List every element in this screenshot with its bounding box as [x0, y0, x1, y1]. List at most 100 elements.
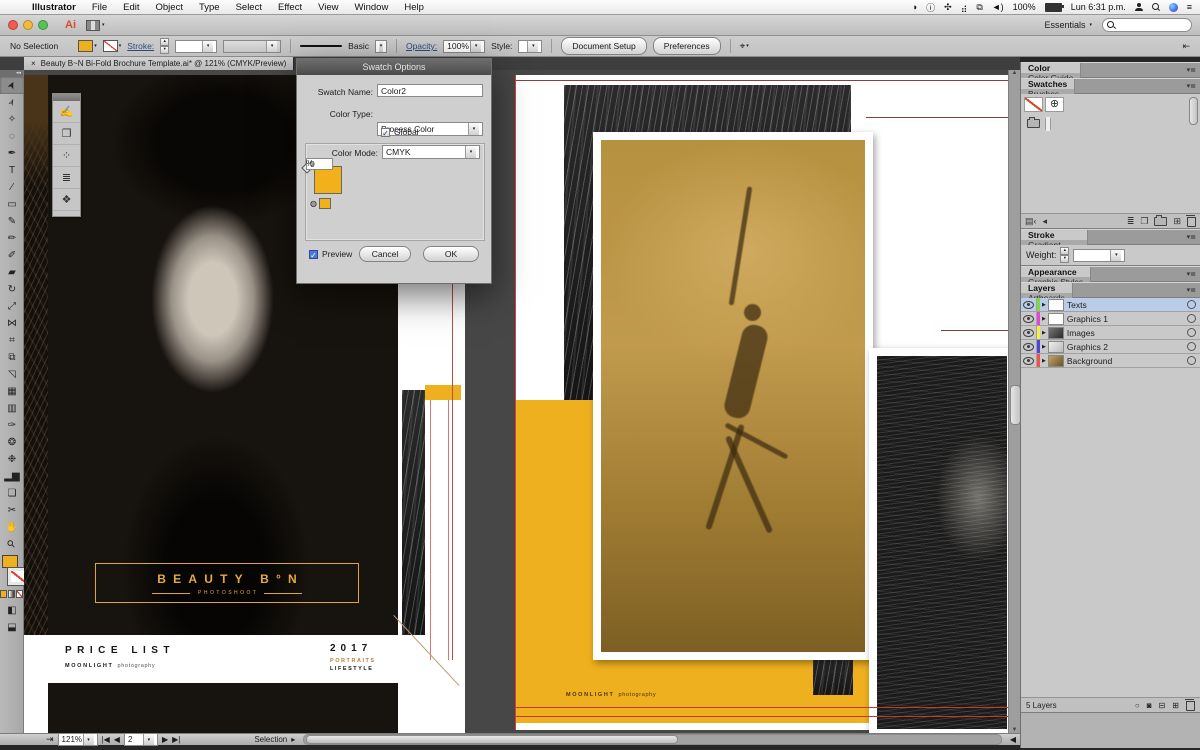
wifi-icon[interactable]: ⣴	[961, 2, 968, 13]
stroke-weight-select[interactable]: ▾	[175, 40, 217, 53]
width-tool[interactable]: ⋈	[0, 315, 24, 332]
menu-window[interactable]: Window	[347, 2, 397, 13]
preview-checkbox[interactable]: ✓	[309, 250, 318, 259]
zoom-tool[interactable]: ⚲	[0, 536, 24, 553]
brush-definition-select[interactable]: ▾	[375, 40, 387, 53]
layer-name[interactable]: Graphics 1	[1067, 314, 1108, 324]
layer-name[interactable]: Background	[1067, 356, 1112, 366]
delete-swatch-icon[interactable]	[1187, 217, 1196, 227]
fill-color-chip[interactable]: ▾	[78, 40, 97, 52]
gradient-tool[interactable]: ▥	[0, 400, 24, 417]
column-graph-tool[interactable]: ▂▆	[0, 468, 24, 485]
document-setup-button[interactable]: Document Setup	[561, 37, 646, 55]
locate-object-icon[interactable]: ○	[1135, 701, 1140, 710]
paintbrush-tool[interactable]: ✎	[0, 213, 24, 230]
siri-icon[interactable]	[1169, 3, 1178, 12]
blend-tool[interactable]: ❂	[0, 434, 24, 451]
horizontal-scrollbar[interactable]	[303, 734, 1002, 745]
minimize-window-button[interactable]	[23, 20, 33, 30]
pencil-tool[interactable]: ✏	[0, 230, 24, 247]
rotate-tool[interactable]: ↻	[0, 281, 24, 298]
mini-dock-header[interactable]	[53, 94, 80, 101]
scroll-up-icon[interactable]: ▲	[1009, 70, 1020, 76]
layer-visibility-toggle[interactable]	[1021, 326, 1037, 339]
horizontal-scroll-thumb[interactable]	[306, 735, 678, 744]
weight-select[interactable]: ▾	[1073, 249, 1125, 262]
cancel-button[interactable]: Cancel	[359, 246, 411, 262]
layout-switcher-icon[interactable]	[86, 20, 100, 31]
rocks-image[interactable]	[24, 75, 48, 635]
user-icon[interactable]	[1135, 3, 1143, 11]
layer-target-icon[interactable]	[1187, 356, 1196, 365]
menu-object[interactable]: Object	[148, 2, 191, 13]
canvas[interactable]: BEAUTY B°N PHOTOSHOOT PRICE LIST MOONLIG…	[24, 70, 1020, 733]
layer-name[interactable]: Graphics 2	[1067, 342, 1108, 352]
layer-target-icon[interactable]	[1187, 314, 1196, 323]
stroke-color-chip[interactable]: ▾	[103, 40, 122, 52]
dancer-photo[interactable]	[601, 140, 865, 652]
layer-expand-icon[interactable]: ▶	[1042, 344, 1046, 350]
character-styles-icon[interactable]: ✍	[53, 101, 80, 123]
layer-visibility-toggle[interactable]	[1021, 354, 1037, 367]
spotlight-icon[interactable]	[1152, 3, 1160, 11]
symbols-mini-icon[interactable]: ❐	[53, 123, 80, 145]
layer-target-icon[interactable]	[1187, 300, 1196, 309]
rectangle-tool[interactable]: ▭	[0, 196, 24, 213]
swatch-none[interactable]	[1024, 97, 1043, 112]
eraser-tool[interactable]: ▰	[0, 264, 24, 281]
status-indicator[interactable]: Selection	[254, 735, 287, 744]
layout-switcher-caret[interactable]: ▾	[102, 22, 105, 28]
panel-menu-icon[interactable]: ▾≣	[1187, 230, 1200, 244]
drawing-mode-button[interactable]: ◧	[0, 602, 24, 619]
artboard-nav-select[interactable]: 2▾	[124, 733, 158, 746]
tab-swatches[interactable]: Swatches	[1021, 79, 1075, 89]
menu-illustrator[interactable]: Illustrator	[24, 2, 84, 13]
magic-wand-tool[interactable]: ✧	[0, 111, 24, 128]
new-swatch-icon[interactable]: ⊞	[1173, 216, 1181, 227]
info-icon[interactable]: ⓘ	[926, 1, 935, 14]
vertical-scrollbar[interactable]: ▲ ▼	[1008, 70, 1020, 733]
tab-appearance[interactable]: Appearance	[1021, 267, 1091, 277]
show-swatch-kinds-icon[interactable]: ◂	[1043, 216, 1048, 227]
bottom-black-bar[interactable]	[48, 683, 398, 733]
menu-select[interactable]: Select	[228, 2, 270, 13]
layer-target-icon[interactable]	[1187, 342, 1196, 351]
slice-tool[interactable]: ✂	[0, 502, 24, 519]
water-strip-image[interactable]	[402, 390, 425, 635]
make-clip-mask-icon[interactable]: ◙	[1147, 701, 1152, 710]
panel-menu-icon[interactable]: ▾≣	[1187, 63, 1200, 77]
layer-name[interactable]: Texts	[1067, 300, 1087, 310]
panel-menu-icon[interactable]: ▾≣	[1187, 267, 1200, 281]
stroke-link[interactable]: Stroke:	[127, 41, 154, 51]
last-artboard-icon[interactable]: ▶|	[172, 735, 180, 744]
scale-tool[interactable]: ⤢	[0, 298, 24, 315]
fill-indicator[interactable]	[2, 555, 18, 568]
layer-expand-icon[interactable]: ▶	[1042, 330, 1046, 336]
mesh-tool[interactable]: ▦	[0, 383, 24, 400]
collapse-panels-icon[interactable]: ⇤	[1182, 41, 1190, 52]
artboard-tool[interactable]: ❏	[0, 485, 24, 502]
document-tab[interactable]: × Beauty B~N Bi-Fold Brochure Template.a…	[24, 57, 294, 70]
layer-visibility-toggle[interactable]	[1021, 312, 1037, 325]
none-mode-button[interactable]	[16, 590, 23, 598]
vertical-scroll-thumb[interactable]	[1010, 385, 1020, 425]
tab-stroke[interactable]: Stroke	[1021, 230, 1088, 240]
volume-icon[interactable]: ◄)	[992, 2, 1004, 12]
layer-expand-icon[interactable]: ▶	[1042, 358, 1046, 364]
menu-file[interactable]: File	[84, 2, 115, 13]
layer-visibility-toggle[interactable]	[1021, 340, 1037, 353]
close-document-icon[interactable]: ×	[31, 59, 36, 68]
layer-background[interactable]: ▶ Background	[1021, 354, 1200, 368]
type-tool[interactable]: T	[0, 162, 24, 179]
align-mini-icon[interactable]: ≣	[53, 167, 80, 189]
menu-type[interactable]: Type	[191, 2, 228, 13]
hair-photo[interactable]	[877, 356, 1007, 729]
blob-brush-tool[interactable]: ✐	[0, 247, 24, 264]
artboard-right[interactable]: MOONLIGHT photography	[515, 75, 1010, 730]
selection-tool[interactable]: ➤	[0, 77, 24, 94]
layer-graphics-1[interactable]: ▶ Graphics 1	[1021, 312, 1200, 326]
tools-panel-collapse-icon[interactable]: ◂◂	[0, 70, 23, 77]
hand-tool[interactable]: ✋	[0, 519, 24, 536]
opacity-select[interactable]: 100%▾	[443, 40, 485, 53]
select-similar-icon[interactable]: ⌖▾	[740, 41, 749, 52]
